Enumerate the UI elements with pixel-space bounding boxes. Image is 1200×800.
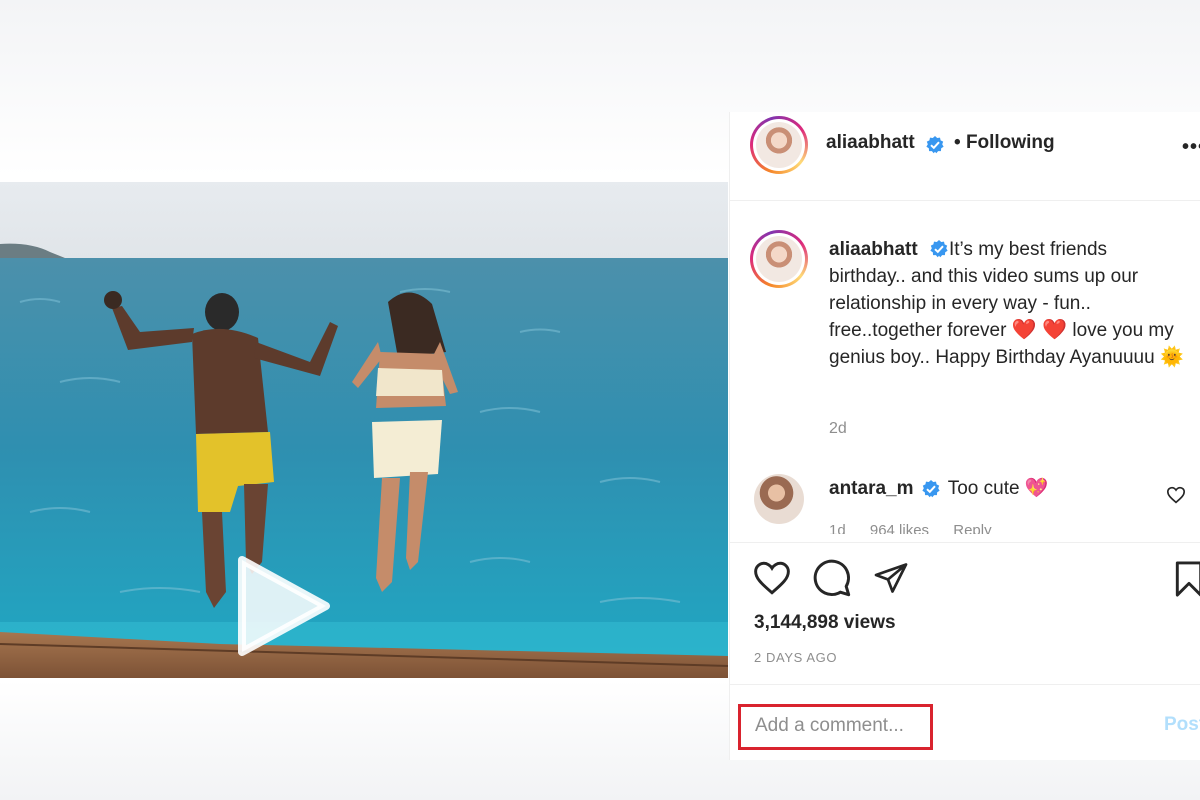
- comment-like-icon[interactable]: [1166, 486, 1186, 504]
- post-date[interactable]: 2 DAYS AGO: [754, 650, 837, 665]
- comment-avatar[interactable]: [754, 474, 804, 524]
- caption-username[interactable]: aliaabhatt: [829, 239, 918, 260]
- composer-divider: [730, 684, 1200, 685]
- verified-badge-icon: [926, 136, 944, 154]
- avatar[interactable]: [750, 116, 808, 174]
- caption: aliaabhatt It’s my best friends birthday…: [829, 236, 1189, 371]
- comment-timestamp[interactable]: 1d: [829, 522, 846, 534]
- comment-meta: 1d 964 likes Reply: [829, 522, 1012, 534]
- caption-hearts-emoji: ❤️ ❤️: [1011, 319, 1068, 341]
- actions-divider: [730, 542, 1200, 543]
- comment-username[interactable]: antara_m: [829, 478, 914, 499]
- bookmark-icon[interactable]: [1174, 560, 1200, 598]
- post-sidebar: aliaabhatt • Following ••• aliaabhatt It…: [729, 112, 1200, 760]
- caption-timestamp[interactable]: 2d: [829, 420, 847, 438]
- more-options-icon[interactable]: •••: [1182, 136, 1200, 159]
- following-button[interactable]: • Following: [954, 132, 1055, 154]
- comment-reply-link[interactable]: Reply: [953, 522, 991, 534]
- comment-body: Too cute: [947, 478, 1020, 499]
- paper-plane-icon[interactable]: [872, 560, 910, 596]
- comment-icon[interactable]: [812, 558, 852, 598]
- comment-likes[interactable]: 964 likes: [870, 522, 929, 534]
- post-comment-button[interactable]: Post: [1164, 714, 1200, 736]
- verified-badge-icon: [930, 240, 948, 258]
- play-icon[interactable]: [236, 554, 332, 658]
- heart-icon[interactable]: [752, 560, 792, 596]
- view-count[interactable]: 3,144,898 views: [754, 612, 896, 634]
- caption-avatar[interactable]: [750, 230, 808, 288]
- following-label: Following: [965, 132, 1055, 153]
- post-video[interactable]: [0, 182, 728, 678]
- header-dot-separator: •: [954, 132, 961, 153]
- video-frame: [0, 182, 728, 678]
- caption-sun-emoji: 🌞: [1159, 347, 1184, 368]
- header-username[interactable]: aliaabhatt: [826, 132, 915, 154]
- verified-badge-icon: [922, 480, 940, 498]
- comment-input[interactable]: Add a comment...: [738, 704, 933, 750]
- comment-emoji: 💖: [1024, 478, 1049, 499]
- header-divider: [730, 200, 1200, 201]
